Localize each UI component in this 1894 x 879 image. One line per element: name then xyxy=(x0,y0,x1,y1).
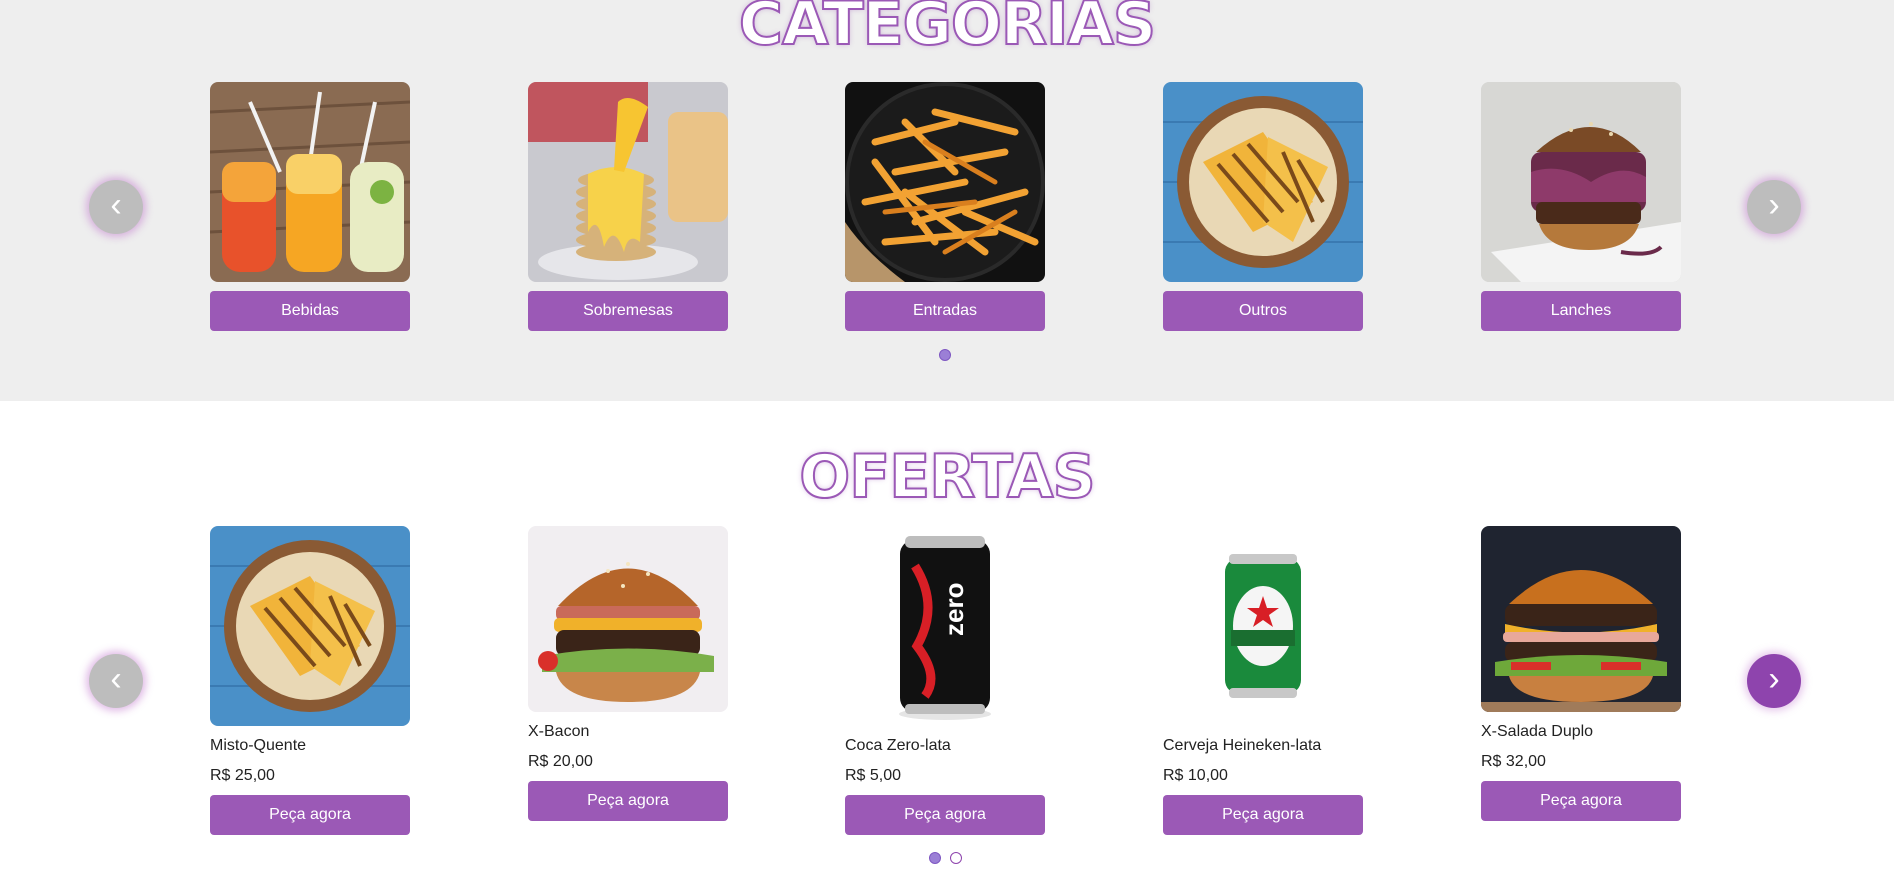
offer-price: R$ 5,00 xyxy=(845,767,902,784)
chevron-left-icon: ‹ xyxy=(110,186,122,224)
category-button-sobremesas[interactable]: Sobremesas xyxy=(528,291,728,331)
offer-name: Coca Zero-lata xyxy=(845,737,951,754)
offer-price: R$ 20,00 xyxy=(528,753,593,770)
category-button-bebidas[interactable]: Bebidas xyxy=(210,291,410,331)
chevron-left-icon: ‹ xyxy=(110,660,122,698)
offer-image-heineken[interactable] xyxy=(1163,526,1363,726)
categories-section: CATEGORIAS ‹ › Bebidas Sobremesas Entrad… xyxy=(0,0,1894,401)
category-button-outros[interactable]: Outros xyxy=(1163,291,1363,331)
offer-price: R$ 10,00 xyxy=(1163,767,1228,784)
svg-text:zero: zero xyxy=(939,583,969,636)
categories-title: CATEGORIAS xyxy=(738,0,1157,60)
offer-name: X-Salada Duplo xyxy=(1481,723,1594,740)
order-now-button[interactable]: Peça agora xyxy=(1163,795,1363,835)
offer-price: R$ 25,00 xyxy=(210,767,275,784)
offer-image-coca-zero[interactable]: zero xyxy=(845,526,1045,726)
offer-image-x-bacon[interactable] xyxy=(528,526,728,712)
offers-title: OFERTAS xyxy=(798,441,1096,513)
chevron-right-icon: › xyxy=(1768,660,1780,698)
category-image-outros[interactable] xyxy=(1163,82,1363,282)
categories-pagination-dot-1[interactable] xyxy=(939,349,951,361)
offers-prev-button[interactable]: ‹ xyxy=(89,654,143,708)
category-image-sobremesas[interactable] xyxy=(528,82,728,282)
offer-name: Cerveja Heineken-lata xyxy=(1163,737,1322,754)
offer-image-misto-quente[interactable] xyxy=(210,526,410,726)
category-button-entradas[interactable]: Entradas xyxy=(845,291,1045,331)
offers-next-button[interactable]: › xyxy=(1747,654,1801,708)
offers-pagination-dot-2[interactable] xyxy=(950,852,962,864)
category-image-lanches[interactable] xyxy=(1481,82,1681,282)
category-image-bebidas[interactable] xyxy=(210,82,410,282)
category-image-entradas[interactable] xyxy=(845,82,1045,282)
categories-next-button[interactable]: › xyxy=(1747,180,1801,234)
offers-section: OFERTAS ‹ › Misto-Quente R$ 25,00 Peça a… xyxy=(0,401,1894,879)
category-button-lanches[interactable]: Lanches xyxy=(1481,291,1681,331)
order-now-button[interactable]: Peça agora xyxy=(528,781,728,821)
order-now-button[interactable]: Peça agora xyxy=(210,795,410,835)
categories-prev-button[interactable]: ‹ xyxy=(89,180,143,234)
offer-price: R$ 32,00 xyxy=(1481,753,1546,770)
offer-image-x-salada-duplo[interactable] xyxy=(1481,526,1681,712)
offers-pagination-dot-1[interactable] xyxy=(929,852,941,864)
order-now-button[interactable]: Peça agora xyxy=(1481,781,1681,821)
order-now-button[interactable]: Peça agora xyxy=(845,795,1045,835)
offer-name: Misto-Quente xyxy=(210,737,307,754)
chevron-right-icon: › xyxy=(1768,186,1780,224)
offer-name: X-Bacon xyxy=(528,723,590,740)
